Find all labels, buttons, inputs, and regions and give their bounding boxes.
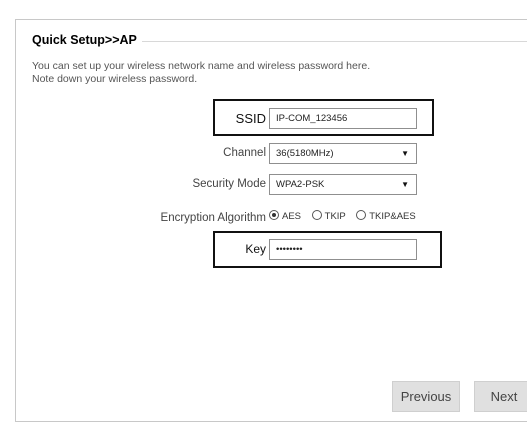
dropdown-arrow-icon: ▼ (401, 180, 409, 189)
radio-selected-icon[interactable] (269, 210, 279, 220)
intro-line-1: You can set up your wireless network nam… (32, 60, 371, 72)
key-row: Key •••••••• (16, 238, 527, 262)
encryption-label: Encryption Algorithm (160, 212, 266, 224)
channel-row: Channel 36(5180MHz) ▼ (16, 143, 527, 167)
ssid-input[interactable]: IP-COM_123456 (269, 108, 417, 129)
key-password-input[interactable]: •••••••• (269, 239, 417, 260)
encryption-option-tkip-aes[interactable]: TKIP&AES (356, 210, 416, 222)
encryption-option-label: AES (282, 211, 302, 222)
security-mode-selected-value: WPA2-PSK (276, 179, 325, 190)
quick-setup-panel: Quick Setup>>AP You can set up your wire… (15, 19, 527, 422)
security-mode-row: Security Mode WPA2-PSK ▼ (16, 174, 527, 198)
radio-unselected-icon[interactable] (356, 210, 367, 220)
channel-select[interactable]: 36(5180MHz) ▼ (269, 143, 417, 164)
ssid-label: SSID (235, 111, 266, 126)
encryption-option-tkip[interactable]: TKIP (311, 210, 349, 222)
encryption-option-label: TKIP (324, 211, 346, 222)
security-mode-select[interactable]: WPA2-PSK ▼ (269, 174, 417, 195)
security-mode-label: Security Mode (192, 178, 266, 190)
key-label: Key (245, 242, 266, 256)
encryption-row: Encryption Algorithm AES TKIP TKIP&AES (16, 208, 527, 232)
ssid-row: SSID IP-COM_123456 (16, 108, 527, 132)
panel-header: Quick Setup>>AP (32, 33, 527, 49)
previous-button[interactable]: Previous (392, 381, 460, 412)
next-button[interactable]: Next (474, 381, 527, 412)
intro-text: You can set up your wireless network nam… (32, 60, 370, 86)
encryption-radio-group: AES TKIP TKIP&AES (269, 210, 424, 222)
intro-line-2: Note down your wireless password. (32, 73, 198, 85)
channel-label: Channel (223, 147, 266, 159)
encryption-option-aes[interactable]: AES (269, 210, 304, 222)
page-title: Quick Setup>>AP (32, 33, 143, 47)
radio-unselected-icon[interactable] (311, 210, 322, 220)
encryption-option-label: TKIP&AES (369, 211, 416, 222)
title-divider (142, 41, 527, 42)
channel-selected-value: 36(5180MHz) (276, 148, 334, 159)
dropdown-arrow-icon: ▼ (401, 149, 409, 158)
